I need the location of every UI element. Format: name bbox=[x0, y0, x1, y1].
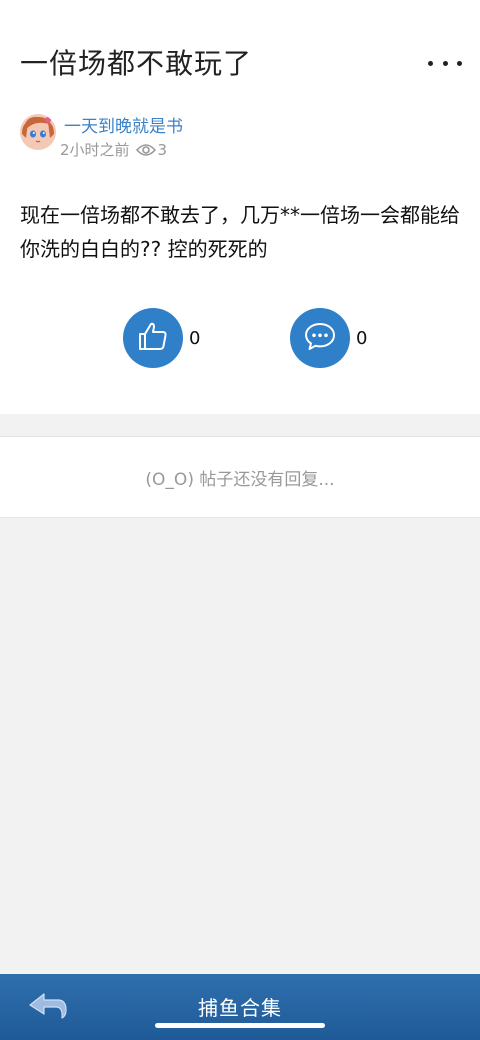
like-action: 0 bbox=[123, 307, 200, 369]
more-options-button[interactable] bbox=[428, 48, 462, 78]
more-dots-icon bbox=[428, 60, 433, 66]
post-detail-page: 一倍场都不敢玩了 一天到晚就是书 2小时之前 3 现在一倍场都不敢去了，几万**… bbox=[0, 0, 480, 1040]
chat-bubble-icon bbox=[303, 319, 337, 357]
post-body: 现在一倍场都不敢去了，几万**一倍场一会都能给你洗的白白的?? 控的死死的 bbox=[20, 203, 460, 261]
like-button[interactable] bbox=[123, 308, 183, 368]
post-card: 一倍场都不敢玩了 一天到晚就是书 2小时之前 3 现在一倍场都不敢去了，几万**… bbox=[0, 0, 480, 414]
thumbs-up-icon bbox=[136, 319, 170, 357]
eye-icon bbox=[135, 143, 156, 157]
reply-section: (O_O) 帖子还没有回复... bbox=[0, 436, 480, 518]
empty-replies-message: (O_O) 帖子还没有回复... bbox=[145, 469, 335, 490]
post-time: 2小时之前 bbox=[60, 141, 130, 159]
bottom-bar-title: 捕鱼合集 bbox=[198, 996, 282, 1020]
post-title: 一倍场都不敢玩了 bbox=[20, 47, 253, 80]
comment-button[interactable] bbox=[290, 308, 350, 368]
author-name[interactable]: 一天到晚就是书 bbox=[64, 112, 183, 137]
comment-action: 0 bbox=[290, 307, 367, 369]
comment-count: 0 bbox=[356, 327, 368, 349]
view-count: 3 bbox=[157, 140, 168, 159]
post-meta: 2小时之前 3 bbox=[60, 139, 167, 160]
like-count: 0 bbox=[189, 327, 201, 349]
bottom-nav-bar: 捕鱼合集 bbox=[0, 974, 480, 1040]
avatar[interactable] bbox=[20, 114, 56, 150]
home-indicator bbox=[155, 1023, 325, 1028]
